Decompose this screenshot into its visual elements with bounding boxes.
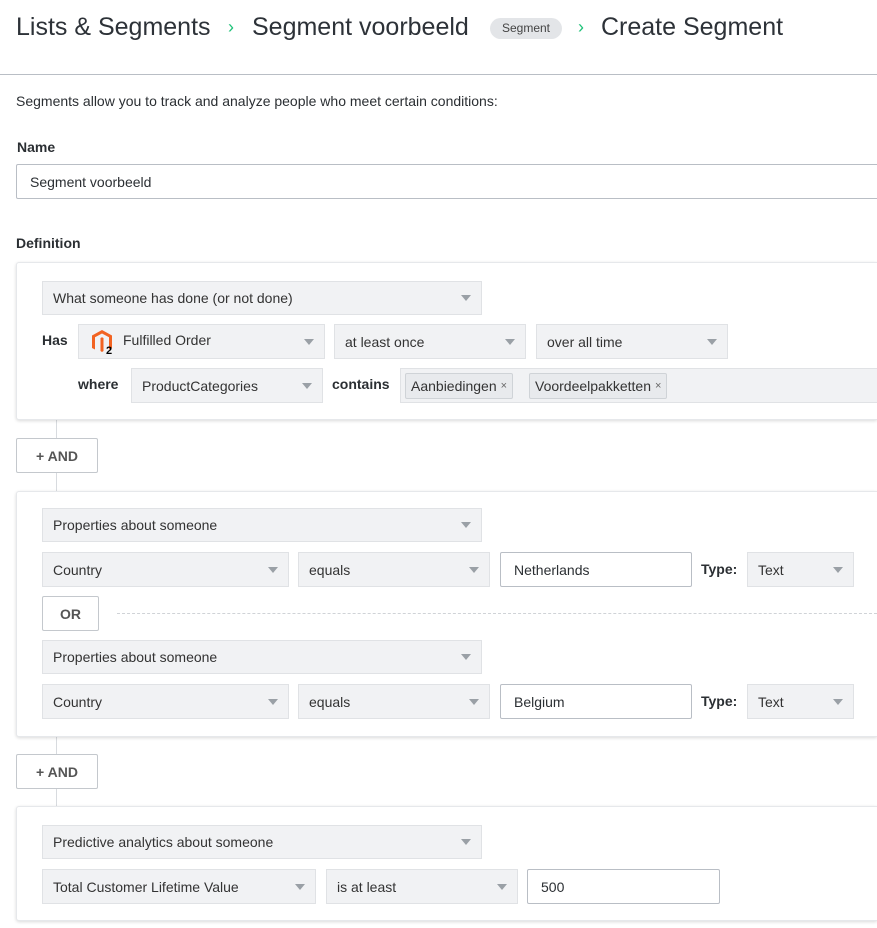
property-select[interactable]: Total Customer Lifetime Value <box>42 869 316 904</box>
page-title: Create Segment <box>601 13 784 41</box>
value-type-select[interactable]: Text <box>747 552 854 587</box>
chevron-right-icon: › <box>228 17 234 37</box>
condition-type-select[interactable]: Predictive analytics about someone <box>42 825 482 859</box>
tags-input[interactable]: Aanbiedingen × Voordeelpakketten × <box>400 368 877 403</box>
select-value: equals <box>309 693 351 710</box>
caret-down-icon <box>295 883 305 890</box>
description: Segments allow you to track and analyze … <box>16 93 498 109</box>
caret-down-icon <box>461 522 471 528</box>
select-value: Country <box>53 693 103 710</box>
select-value: is at least <box>337 878 397 895</box>
breadcrumb-segment[interactable]: Segment voorbeeld <box>252 13 469 42</box>
condition-type-select[interactable]: Properties about someone <box>42 508 482 542</box>
definition-label: Definition <box>16 235 81 251</box>
select-value: Text <box>758 561 784 578</box>
or-divider <box>117 613 877 614</box>
frequency-select[interactable]: at least once <box>334 324 526 359</box>
select-value: Predictive analytics about someone <box>53 834 274 850</box>
type-label: Type: <box>701 561 738 577</box>
input-value: 500 <box>541 878 565 895</box>
chevron-right-icon: › <box>578 17 584 37</box>
property-select[interactable]: ProductCategories <box>131 368 323 403</box>
property-select[interactable]: Country <box>42 684 289 719</box>
caret-down-icon <box>461 839 471 845</box>
value-input[interactable]: Belgium <box>500 684 692 719</box>
caret-down-icon <box>268 698 278 705</box>
value-type-select[interactable]: Text <box>747 684 854 719</box>
breadcrumb-lists-segments[interactable]: Lists & Segments <box>16 13 211 42</box>
select-value: What someone has done (or not done) <box>53 290 293 306</box>
and-button[interactable]: + AND <box>16 438 98 473</box>
tag-label: Voordeelpakketten <box>535 378 651 394</box>
segment-badge: Segment <box>490 18 562 39</box>
caret-down-icon <box>268 566 278 573</box>
event-select[interactable]: 2 Fulfilled Order <box>78 324 325 359</box>
caret-down-icon <box>505 338 515 345</box>
remove-tag-icon[interactable]: × <box>501 380 507 392</box>
input-value: Netherlands <box>514 561 590 578</box>
select-value: Country <box>53 561 103 578</box>
value-input[interactable]: 500 <box>527 869 720 904</box>
tag-label: Aanbiedingen <box>411 378 497 394</box>
has-label: Has <box>42 332 68 348</box>
or-button[interactable]: OR <box>42 596 99 631</box>
magento-2-icon: 2 <box>92 329 112 355</box>
property-select[interactable]: Country <box>42 552 289 587</box>
operator-select[interactable]: equals <box>298 684 490 719</box>
where-label: where <box>78 376 119 392</box>
contains-label: contains <box>332 376 390 392</box>
caret-down-icon <box>302 382 312 389</box>
caret-down-icon <box>461 295 471 301</box>
operator-select[interactable]: equals <box>298 552 490 587</box>
name-input[interactable]: Segment voorbeeld <box>16 164 877 199</box>
svg-text:2: 2 <box>106 345 112 355</box>
tag-voordeelpakketten: Voordeelpakketten × <box>529 373 668 399</box>
select-value: ProductCategories <box>142 377 258 394</box>
caret-down-icon <box>707 338 717 345</box>
select-value: Total Customer Lifetime Value <box>53 878 239 895</box>
condition-type-select[interactable]: What someone has done (or not done) <box>42 281 482 315</box>
select-value: equals <box>309 561 351 578</box>
input-value: Belgium <box>514 693 565 710</box>
tag-aanbiedingen: Aanbiedingen × <box>405 373 514 399</box>
select-value: Text <box>758 693 784 710</box>
caret-down-icon <box>497 883 507 890</box>
select-value: Properties about someone <box>53 649 218 665</box>
timeframe-select[interactable]: over all time <box>536 324 728 359</box>
caret-down-icon <box>833 698 843 705</box>
remove-tag-icon[interactable]: × <box>655 380 661 392</box>
caret-down-icon <box>469 698 479 705</box>
select-value: over all time <box>547 333 623 350</box>
select-value: at least once <box>345 333 425 350</box>
caret-down-icon <box>304 338 314 345</box>
divider <box>0 74 877 75</box>
select-value: Fulfilled Order <box>123 331 211 348</box>
type-label: Type: <box>701 693 738 709</box>
caret-down-icon <box>469 566 479 573</box>
name-label: Name <box>17 139 56 155</box>
caret-down-icon <box>833 566 843 573</box>
operator-select[interactable]: is at least <box>326 869 518 904</box>
condition-type-select[interactable]: Properties about someone <box>42 640 482 674</box>
caret-down-icon <box>461 654 471 660</box>
select-value: Properties about someone <box>53 517 218 533</box>
and-button[interactable]: + AND <box>16 754 98 789</box>
value-input[interactable]: Netherlands <box>500 552 692 587</box>
name-value: Segment voorbeeld <box>30 173 152 190</box>
